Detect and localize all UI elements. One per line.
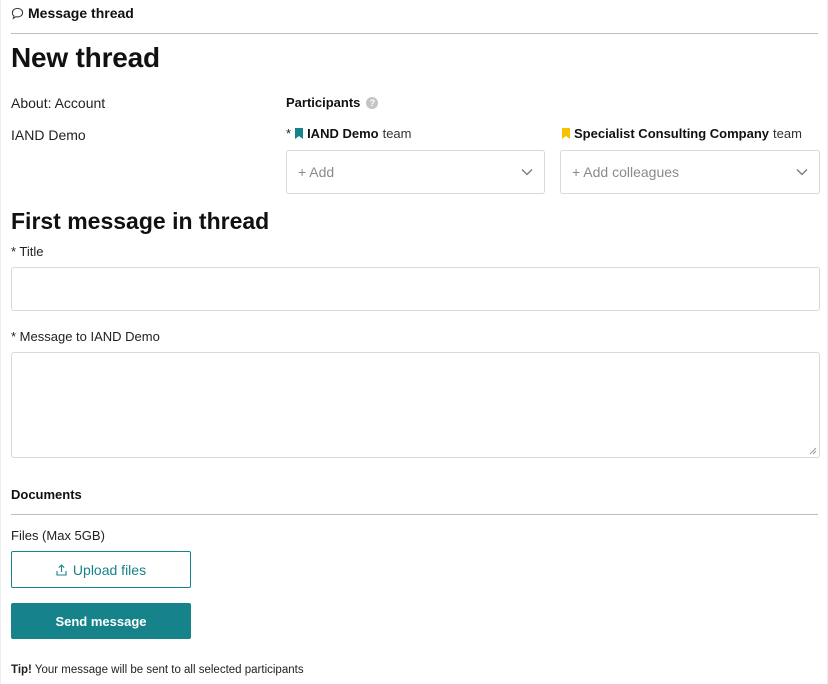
speech-bubble-icon <box>11 7 24 19</box>
first-message-heading: First message in thread <box>11 208 270 234</box>
tip-text: Tip! Your message will be sent to all se… <box>11 664 304 676</box>
participants-label-text: Participants <box>286 95 361 110</box>
required-marker: * <box>286 126 292 141</box>
team-suffix: team <box>382 126 412 141</box>
add-colleagues-select[interactable]: + Add colleagues <box>560 150 820 194</box>
title-label: * Title <box>11 244 44 259</box>
about-label: About: Account <box>11 95 106 111</box>
select-placeholder: + Add <box>298 164 335 180</box>
about-account-name: IAND Demo <box>11 127 86 143</box>
tip-message: Your message will be sent to all selecte… <box>34 664 304 676</box>
team-label-iand-demo: * IAND Demo team <box>286 126 411 141</box>
team-label-specialist-consulting: Specialist Consulting Company team <box>562 126 802 141</box>
message-thread-panel: Message thread New thread About: Account… <box>0 0 828 684</box>
send-message-button[interactable]: Send message <box>11 603 191 639</box>
message-textarea[interactable] <box>11 352 820 458</box>
upload-icon <box>56 563 67 576</box>
bookmark-flag-icon <box>295 128 304 139</box>
team-name: IAND Demo <box>307 126 379 141</box>
team-suffix: team <box>773 126 802 141</box>
chevron-down-icon <box>521 169 533 176</box>
bookmark-flag-icon <box>562 128 570 139</box>
resize-grip-icon[interactable] <box>809 447 817 455</box>
header-divider <box>11 33 818 34</box>
panel-title: Message thread <box>28 5 134 21</box>
title-input[interactable] <box>11 267 820 311</box>
add-participant-select[interactable]: + Add <box>286 150 545 194</box>
page-title: New thread <box>11 42 160 73</box>
message-label: * Message to IAND Demo <box>11 329 160 344</box>
documents-heading: Documents <box>11 487 82 502</box>
panel-header: Message thread <box>11 4 134 22</box>
participants-label: Participants ? <box>286 95 379 110</box>
tip-prefix: Tip! <box>11 664 32 676</box>
help-icon[interactable]: ? <box>366 96 379 109</box>
chevron-down-icon <box>796 169 808 176</box>
select-placeholder: + Add colleagues <box>572 164 680 180</box>
upload-files-label: Upload files <box>72 561 147 578</box>
team-name: Specialist Consulting Company <box>574 126 770 141</box>
documents-divider <box>11 514 818 515</box>
files-label: Files (Max 5GB) <box>11 528 105 543</box>
upload-files-button[interactable]: Upload files <box>11 551 191 588</box>
